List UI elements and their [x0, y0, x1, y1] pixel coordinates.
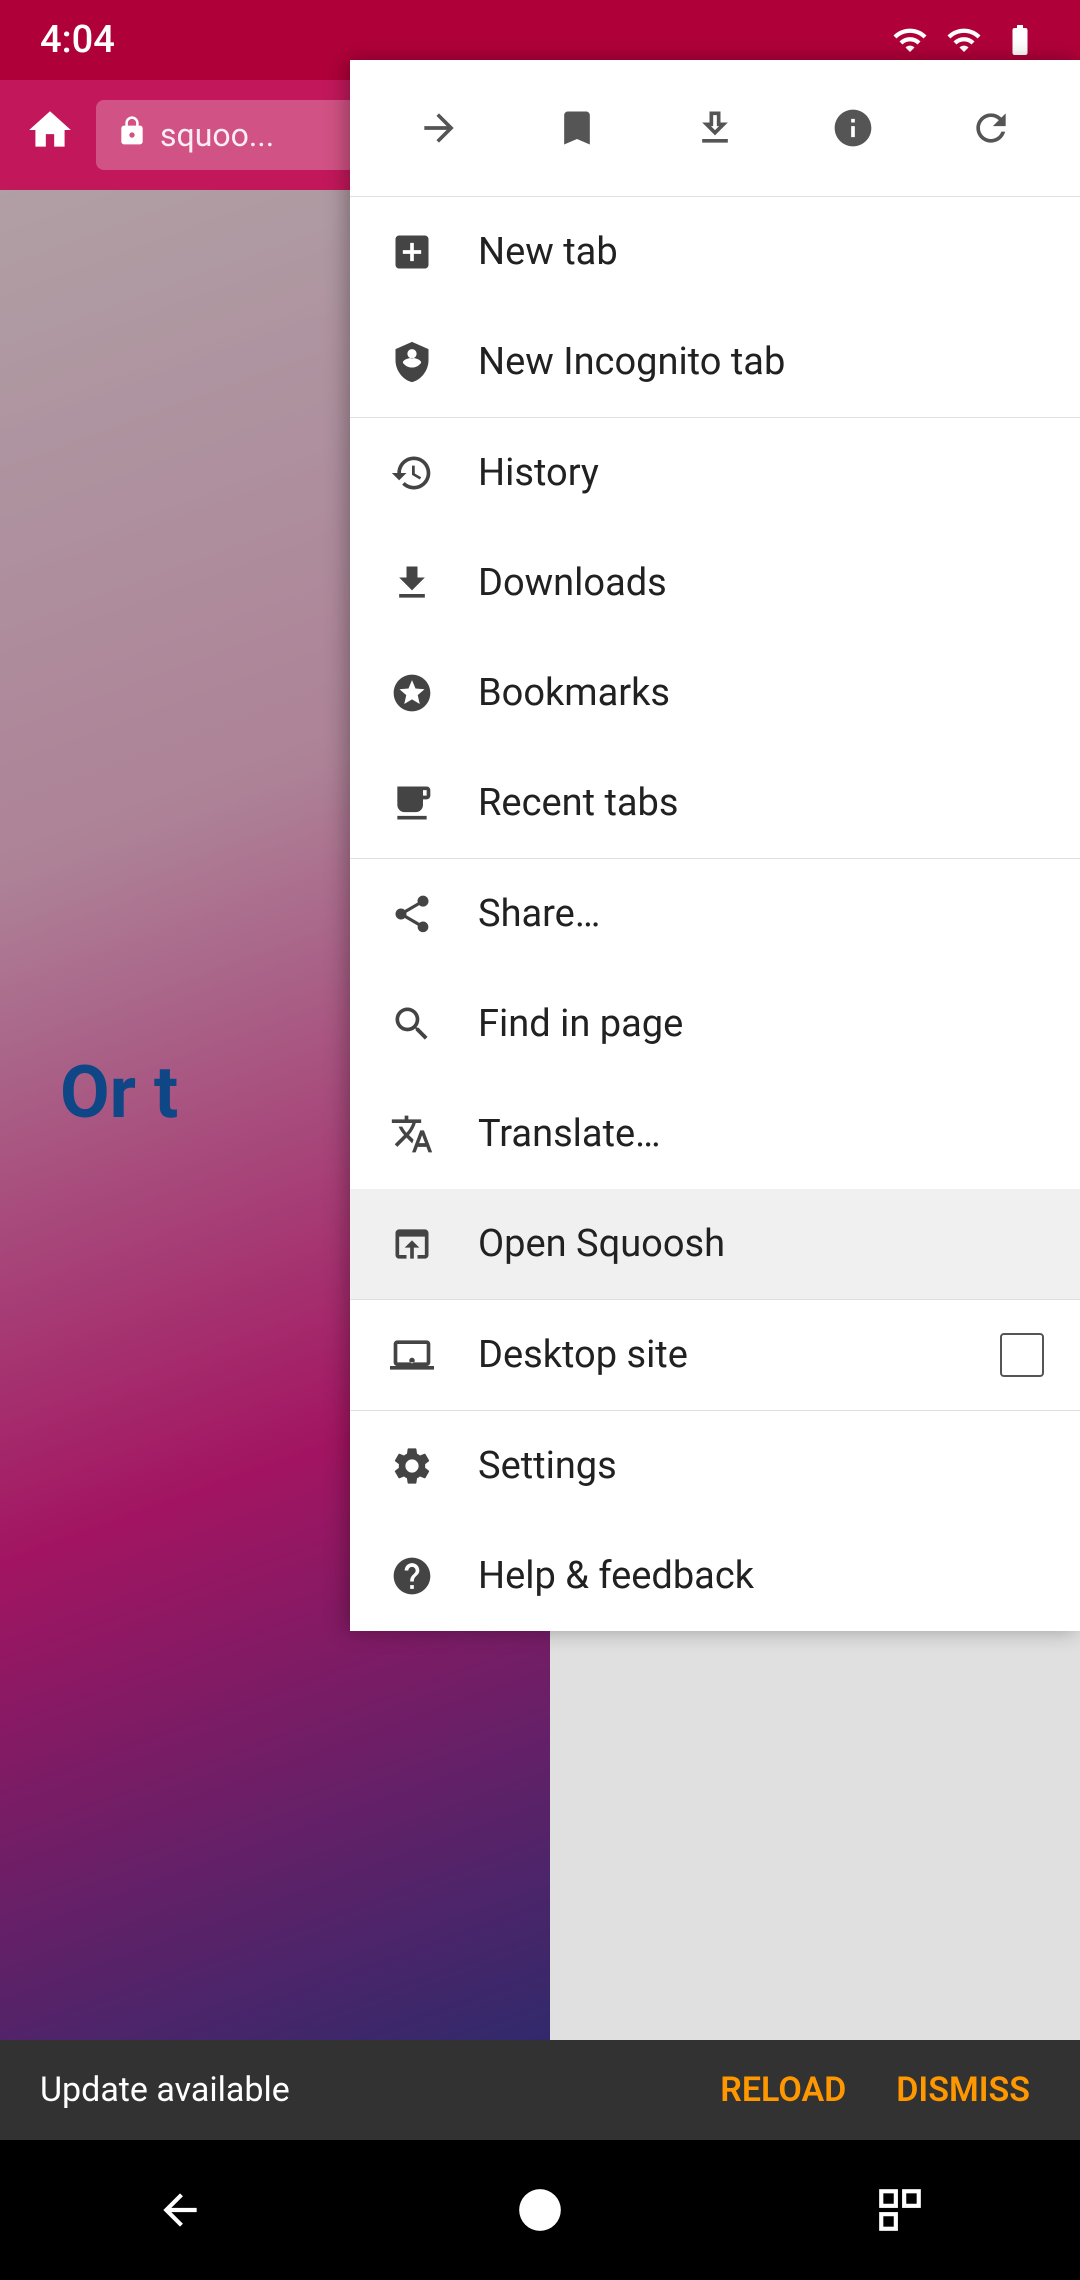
new-incognito-tab-label: New Incognito tab — [478, 340, 1044, 384]
help-feedback-label: Help & feedback — [478, 1554, 1044, 1598]
recent-apps-button[interactable] — [860, 2170, 940, 2250]
help-icon — [386, 1550, 438, 1602]
info-button[interactable] — [813, 88, 893, 168]
menu-item-settings[interactable]: Settings — [350, 1411, 1080, 1521]
menu-item-new-tab[interactable]: New tab — [350, 197, 1080, 307]
settings-label: Settings — [478, 1444, 1044, 1488]
update-actions: RELOAD DISMISS — [710, 2060, 1040, 2120]
translate-label: Translate… — [478, 1112, 1044, 1156]
downloads-icon — [386, 557, 438, 609]
wifi-icon — [946, 22, 982, 58]
menu-item-open-squoosh[interactable]: Open Squoosh — [350, 1189, 1080, 1299]
find-icon — [386, 998, 438, 1050]
new-tab-label: New tab — [478, 230, 1044, 274]
menu-item-recent-tabs[interactable]: Recent tabs — [350, 748, 1080, 858]
menu-item-desktop-site[interactable]: Desktop site — [350, 1300, 1080, 1410]
update-text: Update available — [40, 2070, 290, 2110]
menu-item-bookmarks[interactable]: Bookmarks — [350, 638, 1080, 748]
recent-tabs-label: Recent tabs — [478, 781, 1044, 825]
home-button[interactable] — [20, 105, 80, 166]
desktop-icon — [386, 1329, 438, 1381]
translate-icon — [386, 1108, 438, 1160]
menu-item-downloads[interactable]: Downloads — [350, 528, 1080, 638]
menu-toolbar — [350, 60, 1080, 197]
address-text: squoo... — [160, 116, 274, 154]
context-menu: New tab New Incognito tab History Downlo… — [350, 60, 1080, 1631]
battery-icon — [1000, 22, 1040, 58]
settings-icon — [386, 1440, 438, 1492]
menu-item-find-in-page[interactable]: Find in page — [350, 969, 1080, 1079]
open-squoosh-label: Open Squoosh — [478, 1222, 1044, 1266]
share-label: Share… — [478, 892, 1044, 936]
back-button[interactable] — [140, 2170, 220, 2250]
reload-button[interactable]: RELOAD — [710, 2060, 856, 2120]
open-squoosh-icon — [386, 1218, 438, 1270]
incognito-icon — [386, 336, 438, 388]
nav-bar — [0, 2140, 1080, 2280]
bookmark-button[interactable] — [537, 88, 617, 168]
menu-item-translate[interactable]: Translate… — [350, 1079, 1080, 1189]
download-button[interactable] — [675, 88, 755, 168]
home-nav-button[interactable] — [500, 2170, 580, 2250]
menu-item-new-incognito-tab[interactable]: New Incognito tab — [350, 307, 1080, 417]
recent-tabs-icon — [386, 777, 438, 829]
new-tab-icon — [386, 226, 438, 278]
menu-item-history[interactable]: History — [350, 418, 1080, 528]
status-icons — [892, 22, 1040, 58]
dismiss-button[interactable]: DISMISS — [886, 2060, 1040, 2120]
forward-button[interactable] — [399, 88, 479, 168]
desktop-site-label: Desktop site — [478, 1333, 960, 1377]
menu-item-share[interactable]: Share… — [350, 859, 1080, 969]
security-lock-icon — [116, 115, 148, 155]
menu-item-help-feedback[interactable]: Help & feedback — [350, 1521, 1080, 1631]
signal-icon — [892, 22, 928, 58]
history-icon — [386, 447, 438, 499]
desktop-site-checkbox[interactable] — [1000, 1333, 1044, 1377]
downloads-label: Downloads — [478, 561, 1044, 605]
share-icon — [386, 888, 438, 940]
refresh-button[interactable] — [951, 88, 1031, 168]
bookmarks-icon — [386, 667, 438, 719]
find-in-page-label: Find in page — [478, 1002, 1044, 1046]
bookmarks-label: Bookmarks — [478, 671, 1044, 715]
status-time: 4:04 — [40, 18, 115, 62]
history-label: History — [478, 451, 1044, 495]
update-banner: Update available RELOAD DISMISS — [0, 2040, 1080, 2140]
